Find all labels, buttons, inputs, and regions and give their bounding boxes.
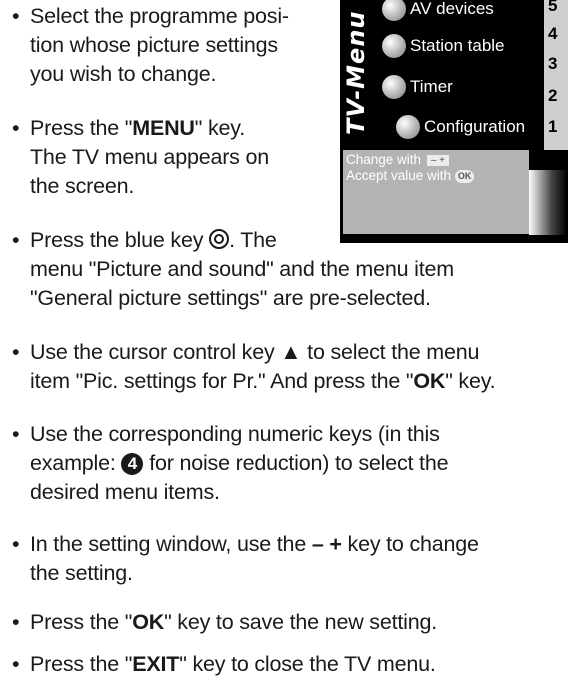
step-text: " key. (445, 369, 496, 393)
channel-number: 4 (548, 24, 558, 43)
step-text: Press the " (30, 116, 133, 140)
bullet: • (12, 652, 20, 676)
menu-bullet-icon (382, 0, 406, 21)
channel-number: 1 (548, 117, 558, 136)
step-text: Use the cursor control key ▲ to select t… (30, 340, 480, 364)
step-close-menu: • Press the "EXIT" key to close the TV me… (12, 650, 436, 679)
menu-bullet-icon (382, 34, 406, 58)
hint-accept-text: Accept value with (346, 168, 452, 183)
menu-bullet-icon (396, 115, 420, 139)
ok-key-label: OK (132, 610, 165, 634)
step-text: " key to save the new setting. (164, 610, 438, 634)
step-text: The TV menu appears on (30, 145, 270, 169)
step-press-menu: • Press the "MENU" key. The TV menu appea… (12, 114, 269, 201)
step-text: key to change (341, 532, 479, 556)
hint-change-text: Change with (346, 152, 422, 167)
step-save-setting: • Press the "OK" key to save the new sett… (12, 608, 437, 637)
step-text: . The (229, 228, 277, 252)
blue-key-icon (209, 229, 230, 249)
step-text: " key to close the TV menu. (179, 652, 436, 676)
step-text: example: (30, 451, 122, 475)
step-text: you wish to change. (30, 62, 217, 86)
bullet: • (12, 610, 20, 634)
step-text: the setting. (30, 561, 133, 585)
step-text: " key. (194, 116, 245, 140)
step-text: the screen. (30, 174, 135, 198)
channel-number: 2 (548, 86, 558, 105)
step-text: tion whose picture settings (30, 33, 278, 57)
numeric-key-4-icon: 4 (121, 453, 144, 475)
menu-item-station-table[interactable]: Station table (382, 33, 505, 59)
step-text: menu "Picture and sound" and the menu it… (30, 257, 454, 281)
bullet: • (12, 4, 20, 28)
menu-item-av-devices[interactable]: AV devices (382, 0, 494, 22)
menu-bullet-icon (382, 75, 406, 99)
minus-plus-key-icon: – + (426, 155, 450, 166)
step-text: In the setting window, use the (30, 532, 312, 556)
menu-item-label: Station table (410, 36, 505, 55)
step-numeric-keys: • Use the corresponding numeric keys (in … (12, 420, 449, 507)
channel-number: 3 (548, 54, 558, 73)
step-text: desired menu items. (30, 480, 220, 504)
menu-item-configuration[interactable]: Configuration (396, 114, 525, 140)
bullet: • (12, 422, 20, 446)
step-text: Select the programme posi- (30, 4, 289, 28)
step-text: item "Pic. settings for Pr." And press t… (30, 369, 414, 393)
step-setting-window: • In the setting window, use the – + key … (12, 530, 479, 588)
step-cursor-select: • Use the cursor control key ▲ to select … (12, 338, 496, 396)
menu-item-label: Timer (410, 77, 453, 96)
step-text: Press the blue key (30, 228, 204, 252)
step-text: Use the corresponding numeric keys (in t… (30, 422, 440, 446)
tv-menu-side-label: TV-Menu (342, 10, 370, 136)
channel-number: 5 (548, 0, 558, 15)
menu-item-label: Configuration (424, 117, 526, 136)
step-text: for noise reduction) to select the (143, 451, 449, 475)
step-press-blue-key: • Press the blue key . The menu "Picture … (12, 226, 454, 313)
exit-key-label: EXIT (132, 652, 180, 676)
step-select-programme: • Select the programme posi- tion whose p… (12, 2, 289, 89)
menu-key-label: MENU (132, 116, 195, 140)
hint-accept: Accept value with OK (346, 168, 475, 183)
step-text: Press the " (30, 610, 133, 634)
tv-picture-preview (529, 170, 567, 235)
bullet: • (12, 116, 20, 140)
bullet: • (12, 228, 20, 252)
ok-key-icon: OK (454, 170, 475, 183)
ok-key-label: OK (413, 369, 446, 393)
hint-change: Change with – + (346, 152, 450, 167)
bullet: • (12, 340, 20, 364)
step-text: Press the " (30, 652, 133, 676)
bullet: • (12, 532, 20, 556)
minus-plus-key-label: – + (311, 532, 342, 556)
menu-item-timer[interactable]: Timer (382, 74, 453, 100)
step-text: "General picture settings" are pre-selec… (30, 286, 431, 310)
menu-item-label: AV devices (410, 0, 494, 18)
